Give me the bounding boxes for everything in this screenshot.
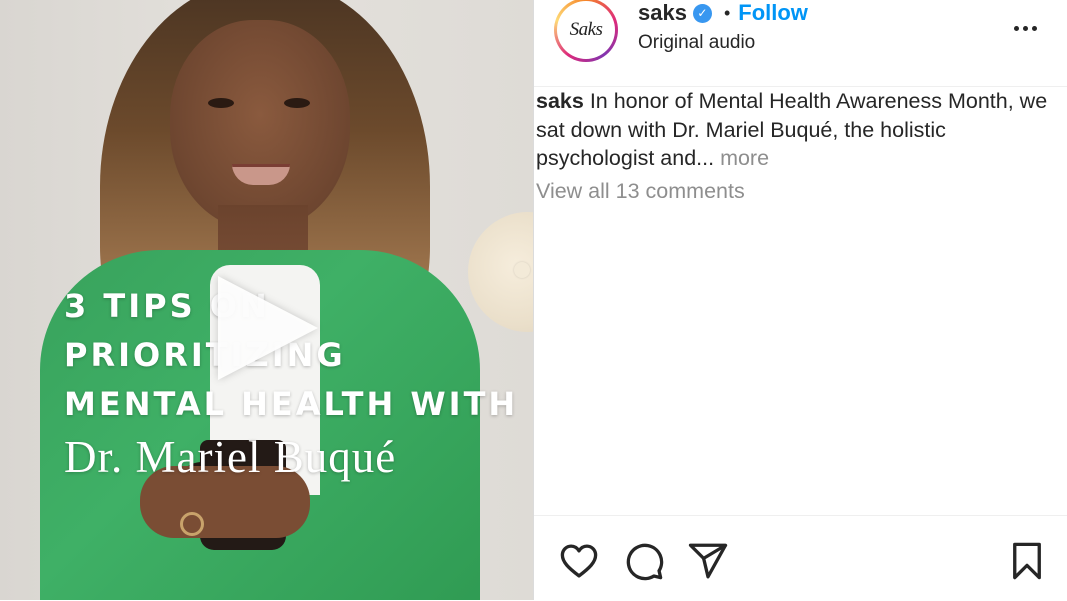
user-row: saks ✓ • Follow: [638, 0, 808, 26]
view-all-comments-link[interactable]: View all 13 comments: [536, 179, 745, 204]
video-title-line-2: MENTAL HEALTH WITH: [64, 385, 519, 423]
post-details-panel: Saks saks ✓ • Follow Original audio saks…: [533, 0, 1067, 600]
verified-badge-icon: ✓: [692, 3, 712, 23]
caption-username-link[interactable]: saks: [536, 89, 584, 113]
share-icon[interactable]: [687, 540, 729, 582]
post-header: Saks saks ✓ • Follow Original audio: [534, 0, 1067, 87]
post-caption: saks In honor of Mental Health Awareness…: [536, 87, 1056, 173]
audio-link[interactable]: Original audio: [638, 32, 755, 54]
bookmark-icon[interactable]: [1006, 540, 1048, 582]
avatar-logo-text: Saks: [569, 19, 603, 40]
action-bar: [534, 515, 1067, 601]
follow-button[interactable]: Follow: [738, 0, 808, 26]
caption-text: In honor of Mental Health Awareness Mont…: [536, 89, 1048, 170]
lamp-knob: [514, 262, 530, 278]
person-eye-left: [208, 98, 234, 108]
more-link[interactable]: more: [720, 146, 769, 170]
more-dot: [1031, 25, 1037, 31]
person-face: [170, 20, 350, 230]
heart-icon[interactable]: [558, 540, 600, 582]
video-player[interactable]: 3 TIPS ON PRIORITIZING MENTAL HEALTH WIT…: [0, 0, 533, 600]
avatar[interactable]: Saks: [557, 1, 615, 59]
more-dot: [1013, 25, 1019, 31]
more-options-icon[interactable]: [1010, 16, 1040, 40]
person-eye-right: [284, 98, 310, 108]
username-link[interactable]: saks: [638, 0, 687, 26]
video-title-name: Dr. Mariel Buqué: [64, 432, 397, 482]
avatar-story-ring[interactable]: Saks: [554, 0, 618, 62]
more-dot: [1022, 25, 1028, 31]
ring: [180, 512, 204, 536]
separator-dot: •: [723, 2, 731, 23]
comment-icon[interactable]: [623, 540, 665, 582]
play-icon[interactable]: [218, 276, 318, 380]
